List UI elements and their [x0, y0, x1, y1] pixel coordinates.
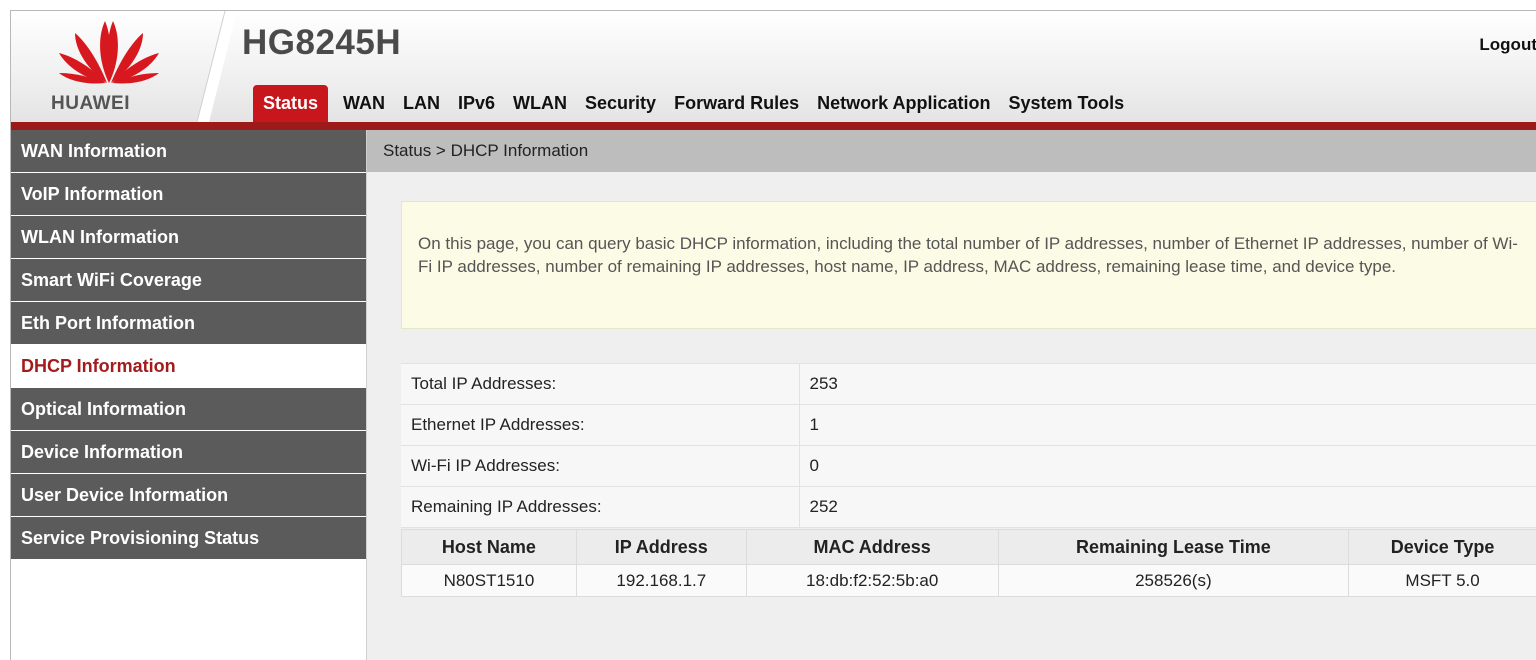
tab-wlan[interactable]: WLAN: [504, 85, 576, 122]
table-row: N80ST1510 192.168.1.7 18:db:f2:52:5b:a0 …: [401, 564, 1536, 597]
sidebar-item-wan-information[interactable]: WAN Information: [11, 130, 366, 172]
logout-link[interactable]: Logout: [1479, 35, 1536, 55]
table-row: Wi-Fi IP Addresses: 0: [401, 445, 1536, 487]
dhcp-summary-table: Total IP Addresses: 253 Ethernet IP Addr…: [401, 363, 1536, 528]
table-row: Remaining IP Addresses: 252: [401, 486, 1536, 528]
ethernet-ip-label: Ethernet IP Addresses:: [401, 404, 800, 446]
sidebar-item-device-information[interactable]: Device Information: [11, 431, 366, 473]
sidebar-item-dhcp-information[interactable]: DHCP Information: [11, 345, 366, 387]
lease-time-cell: 258526(s): [997, 564, 1350, 597]
wifi-ip-value: 0: [799, 445, 1536, 487]
huawei-petals-icon: [59, 21, 159, 84]
tab-ipv6[interactable]: IPv6: [449, 85, 504, 122]
model-title: HG8245H: [242, 23, 402, 62]
wifi-ip-label: Wi-Fi IP Addresses:: [401, 445, 800, 487]
page-description: On this page, you can query basic DHCP i…: [401, 201, 1536, 329]
host-name-cell: N80ST1510: [401, 564, 577, 597]
header-divider: [197, 11, 237, 122]
ip-address-cell: 192.168.1.7: [575, 564, 747, 597]
table-header-row: Host Name IP Address MAC Address Remaini…: [401, 529, 1536, 565]
tab-security[interactable]: Security: [576, 85, 665, 122]
main-content: Status > DHCP Information On this page, …: [367, 130, 1536, 660]
tab-wan[interactable]: WAN: [334, 85, 394, 122]
tab-lan[interactable]: LAN: [394, 85, 449, 122]
tab-forward-rules[interactable]: Forward Rules: [665, 85, 808, 122]
sidebar-item-wlan-information[interactable]: WLAN Information: [11, 216, 366, 258]
sidebar-item-voip-information[interactable]: VoIP Information: [11, 173, 366, 215]
total-ip-label: Total IP Addresses:: [401, 363, 800, 405]
sidebar-item-optical-information[interactable]: Optical Information: [11, 388, 366, 430]
sidebar-item-service-provisioning-status[interactable]: Service Provisioning Status: [11, 517, 366, 559]
column-header-ip-address: IP Address: [575, 529, 747, 565]
breadcrumb: Status > DHCP Information: [367, 130, 1536, 172]
tab-system-tools[interactable]: System Tools: [999, 85, 1133, 122]
column-header-host-name: Host Name: [401, 529, 577, 565]
sidebar: WAN Information VoIP Information WLAN In…: [11, 130, 367, 660]
table-row: Total IP Addresses: 253: [401, 363, 1536, 405]
main-nav: Status WAN LAN IPv6 WLAN Security Forwar…: [253, 85, 1133, 122]
remaining-ip-value: 252: [799, 486, 1536, 528]
column-header-device-type: Device Type: [1348, 529, 1536, 565]
total-ip-value: 253: [799, 363, 1536, 405]
mac-address-cell: 18:db:f2:52:5b:a0: [745, 564, 999, 597]
tab-network-application[interactable]: Network Application: [808, 85, 999, 122]
column-header-remaining-lease-time: Remaining Lease Time: [997, 529, 1350, 565]
header-red-bar: [11, 122, 1536, 130]
sidebar-item-user-device-information[interactable]: User Device Information: [11, 474, 366, 516]
router-admin-window: HUAWEI HG8245H Logout Status WAN LAN IPv…: [10, 10, 1536, 660]
ethernet-ip-value: 1: [799, 404, 1536, 446]
sidebar-item-eth-port-information[interactable]: Eth Port Information: [11, 302, 366, 344]
remaining-ip-label: Remaining IP Addresses:: [401, 486, 800, 528]
header: HUAWEI HG8245H Logout Status WAN LAN IPv…: [11, 11, 1536, 122]
dhcp-host-table: Host Name IP Address MAC Address Remaini…: [401, 529, 1536, 597]
tab-status[interactable]: Status: [253, 85, 329, 122]
device-type-cell: MSFT 5.0: [1348, 564, 1536, 597]
column-header-mac-address: MAC Address: [745, 529, 999, 565]
huawei-logo: HUAWEI: [11, 11, 211, 122]
sidebar-item-smart-wifi-coverage[interactable]: Smart WiFi Coverage: [11, 259, 366, 301]
table-row: Ethernet IP Addresses: 1: [401, 404, 1536, 446]
brand-name: HUAWEI: [51, 93, 130, 114]
